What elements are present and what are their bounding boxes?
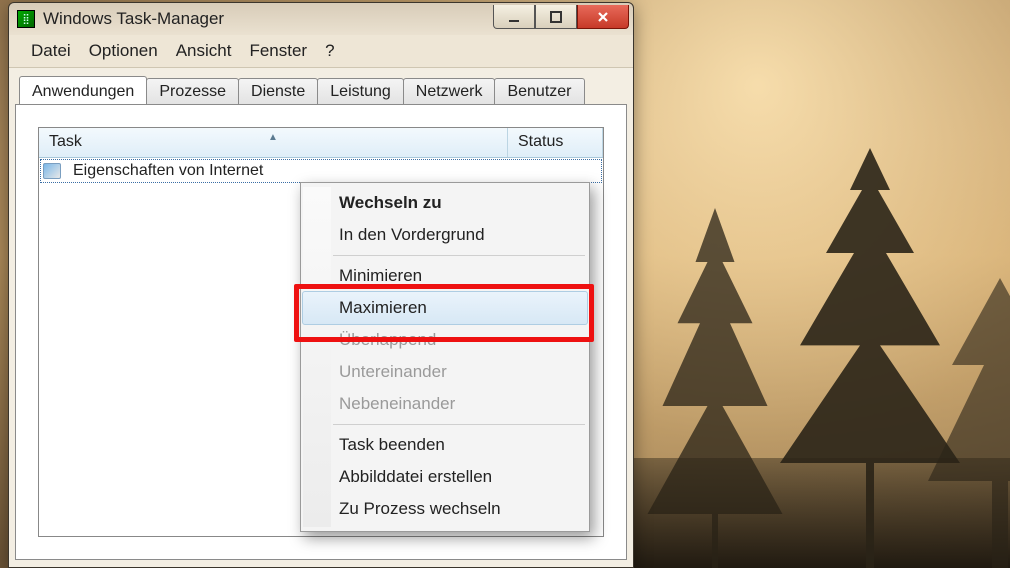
context-menu-separator (333, 255, 585, 256)
tab-leistung[interactable]: Leistung (317, 78, 404, 104)
tree-silhouette (640, 208, 790, 568)
context-menu-item[interactable]: Minimieren (303, 260, 587, 292)
table-row[interactable]: Eigenschaften von Internet (39, 158, 603, 184)
tab-prozesse[interactable]: Prozesse (146, 78, 239, 104)
title-bar[interactable]: ⣿ Windows Task-Manager (9, 3, 633, 35)
context-menu-item[interactable]: Zu Prozess wechseln (303, 493, 587, 525)
sort-indicator-icon: ▲ (268, 132, 278, 143)
desktop-background: ⣿ Windows Task-Manager Datei Optionen An… (0, 0, 1010, 568)
menu-optionen[interactable]: Optionen (81, 39, 166, 63)
list-header: Task ▲ Status (39, 128, 603, 158)
window-buttons (493, 9, 629, 29)
column-task-label: Task (49, 133, 82, 150)
menu-datei[interactable]: Datei (23, 39, 79, 63)
menu-bar: Datei Optionen Ansicht Fenster ? (9, 35, 633, 68)
menu-help[interactable]: ? (317, 39, 342, 63)
context-menu-item: Untereinander (303, 356, 587, 388)
context-menu-item[interactable]: Maximieren (302, 291, 588, 325)
app-icon: ⣿ (17, 10, 35, 28)
context-menu-item[interactable]: Wechseln zu (303, 187, 587, 219)
tab-strip: Anwendungen Prozesse Dienste Leistung Ne… (15, 74, 627, 104)
minimize-button[interactable] (493, 5, 535, 29)
context-menu-item[interactable]: In den Vordergrund (303, 219, 587, 251)
column-status-label: Status (518, 133, 563, 150)
tab-dienste[interactable]: Dienste (238, 78, 318, 104)
context-menu: Wechseln zuIn den Vordergrund MinimierenM… (300, 182, 590, 532)
context-menu-separator (333, 424, 585, 425)
task-app-icon (43, 163, 61, 179)
maximize-button[interactable] (535, 5, 577, 29)
menu-fenster[interactable]: Fenster (241, 39, 315, 63)
list-body: Eigenschaften von Internet (39, 158, 603, 184)
context-menu-item[interactable]: Abbilddatei erstellen (303, 461, 587, 493)
tab-netzwerk[interactable]: Netzwerk (403, 78, 496, 104)
task-label: Eigenschaften von Internet (65, 162, 271, 180)
context-menu-item[interactable]: Task beenden (303, 429, 587, 461)
menu-ansicht[interactable]: Ansicht (168, 39, 240, 63)
context-menu-item: Überlappend (303, 324, 587, 356)
tab-benutzer[interactable]: Benutzer (494, 78, 584, 104)
column-task[interactable]: Task ▲ (39, 128, 508, 157)
column-status[interactable]: Status (508, 128, 603, 157)
window-title: Windows Task-Manager (43, 9, 493, 29)
close-button[interactable] (577, 5, 629, 29)
tab-anwendungen[interactable]: Anwendungen (19, 76, 147, 104)
context-menu-item: Nebeneinander (303, 388, 587, 420)
